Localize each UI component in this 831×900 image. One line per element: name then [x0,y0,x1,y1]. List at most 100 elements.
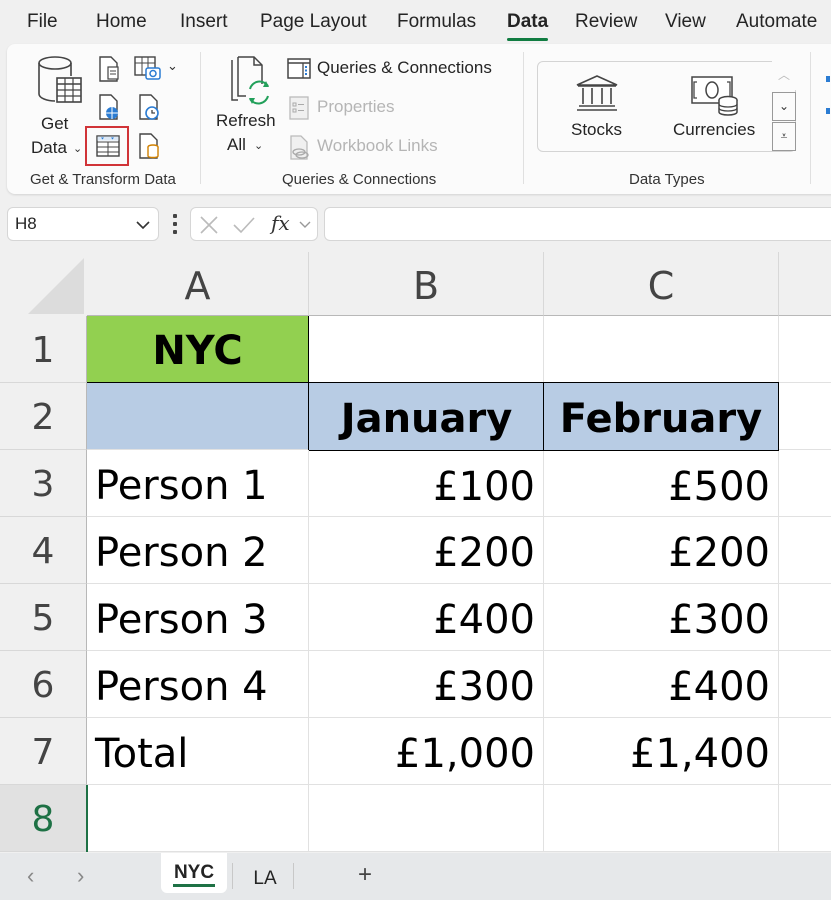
tab-home[interactable]: Home [96,11,147,33]
refresh-label-1: Refresh [216,111,276,130]
insert-function-button[interactable]: fx [271,211,290,235]
cell-d3[interactable] [779,450,831,517]
refresh-all-button[interactable]: Refresh All ⌄ [212,52,284,158]
column-header-b[interactable]: B [309,252,544,316]
cell-d4[interactable] [779,517,831,584]
data-types-gallery: Stocks Currencies ︿ ⌄ ⩡ [537,61,796,152]
recent-sources-icon[interactable] [137,94,161,120]
cell-b6[interactable]: £300 [309,651,544,718]
cell-a7[interactable]: Total [87,718,309,785]
name-box[interactable]: H8 [7,207,159,241]
table-icon [96,135,120,157]
properties-label: Properties [317,97,395,116]
queries-connections-label: Queries & Connections [317,58,492,77]
chevron-down-icon: ⌄ [254,140,264,152]
tab-data[interactable]: Data [507,11,549,41]
from-picture-icon[interactable] [134,56,162,82]
from-text-csv-icon[interactable] [97,56,121,82]
row-header-8[interactable]: 8 [0,785,87,852]
existing-connections-icon[interactable] [137,133,161,159]
spreadsheet-grid: A B C 1 2 3 4 5 6 7 8 NYC January Februa… [0,252,831,852]
cell-b2[interactable]: January [308,382,545,451]
properties-button[interactable]: Properties [287,95,417,121]
cell-b8[interactable] [309,785,544,852]
cell-d7[interactable] [779,718,831,785]
cancel-icon[interactable] [199,215,219,235]
sheet-tab-la[interactable]: LA [238,859,292,899]
row-header-7[interactable]: 7 [0,718,87,785]
cell-d1[interactable] [779,316,831,383]
cell-c7[interactable]: £1,400 [544,718,779,785]
currencies-button[interactable]: Currencies [663,66,768,148]
from-table-range-button[interactable] [85,126,129,166]
more-options-icon[interactable] [172,214,178,236]
from-web-icon[interactable] [97,94,121,120]
sheet-tab-nyc[interactable]: NYC [161,853,227,893]
enter-check-icon[interactable] [232,215,256,235]
cell-a8[interactable] [87,785,309,852]
tab-automate[interactable]: Automate [736,11,817,33]
formula-input[interactable] [324,207,831,241]
cell-b5[interactable]: £400 [309,584,544,651]
tab-insert[interactable]: Insert [180,11,228,33]
row-header-3[interactable]: 3 [0,450,87,517]
gallery-scroll-down-button[interactable]: ⌄ [772,92,796,121]
cell-c4[interactable]: £200 [544,517,779,584]
ribbon: Get Data ⌄ ⌄ Get & Transform Data Refres… [7,44,831,194]
cell-b7[interactable]: £1,000 [309,718,544,785]
gallery-scroll-up-button[interactable]: ︿ [772,61,796,90]
cell-d8[interactable] [779,785,831,852]
group-separator [810,52,811,184]
cell-d2[interactable] [779,383,831,450]
cell-d6[interactable] [779,651,831,718]
column-header-c[interactable]: C [544,252,779,316]
row-header-6[interactable]: 6 [0,651,87,718]
add-sheet-button[interactable]: + [345,855,385,895]
chevron-down-icon [136,221,150,230]
tab-separator [232,863,233,889]
cell-c6[interactable]: £400 [544,651,779,718]
chevron-left-icon[interactable]: ‹ [27,863,34,889]
cell-b1[interactable] [309,316,544,383]
chevron-down-icon[interactable] [299,221,311,229]
cell-a1[interactable]: NYC [87,316,309,383]
cell-a6[interactable]: Person 4 [87,651,309,718]
name-box-value: H8 [15,214,37,233]
chevron-down-icon[interactable]: ⌄ [167,58,178,74]
cell-a3[interactable]: Person 1 [87,450,309,517]
chevron-right-icon[interactable]: › [77,863,84,889]
cell-b3[interactable]: £100 [309,451,544,517]
workbook-links-label: Workbook Links [317,136,438,155]
row-header-4[interactable]: 4 [0,517,87,584]
cell-b4[interactable]: £200 [309,517,544,584]
menu-bar: File Home Insert Page Layout Formulas Da… [0,0,831,44]
cell-a4[interactable]: Person 2 [87,517,309,584]
cell-d5[interactable] [779,584,831,651]
cell-c3[interactable]: £500 [544,451,779,517]
get-data-button[interactable]: Get Data ⌄ [29,52,85,158]
workbook-links-button[interactable]: Workbook Links [287,134,452,160]
tab-page-layout[interactable]: Page Layout [260,11,367,33]
row-header-5[interactable]: 5 [0,584,87,651]
tab-view[interactable]: View [665,11,706,33]
cell-c5[interactable]: £300 [544,584,779,651]
group-label-data-types: Data Types [629,171,705,188]
stocks-button[interactable]: Stocks [548,66,648,148]
column-header-d[interactable] [779,252,831,316]
column-header-a[interactable]: A [87,252,309,316]
tab-formulas[interactable]: Formulas [397,11,476,33]
row-header-1[interactable]: 1 [0,316,87,383]
row-header-2[interactable]: 2 [0,383,87,450]
queries-connections-button[interactable]: Queries & Connections [287,56,502,82]
sort-icon[interactable] [826,74,831,134]
gallery-more-button[interactable]: ⩡ [772,122,796,151]
cell-c8[interactable] [544,785,779,852]
cell-c1[interactable] [544,316,779,383]
select-all-button[interactable] [0,252,87,316]
tab-file[interactable]: File [27,11,58,33]
tab-review[interactable]: Review [575,11,637,33]
cell-a2[interactable] [87,383,309,450]
formula-controls: fx [190,207,318,241]
cell-c2[interactable]: February [543,382,779,451]
cell-a5[interactable]: Person 3 [87,584,309,651]
